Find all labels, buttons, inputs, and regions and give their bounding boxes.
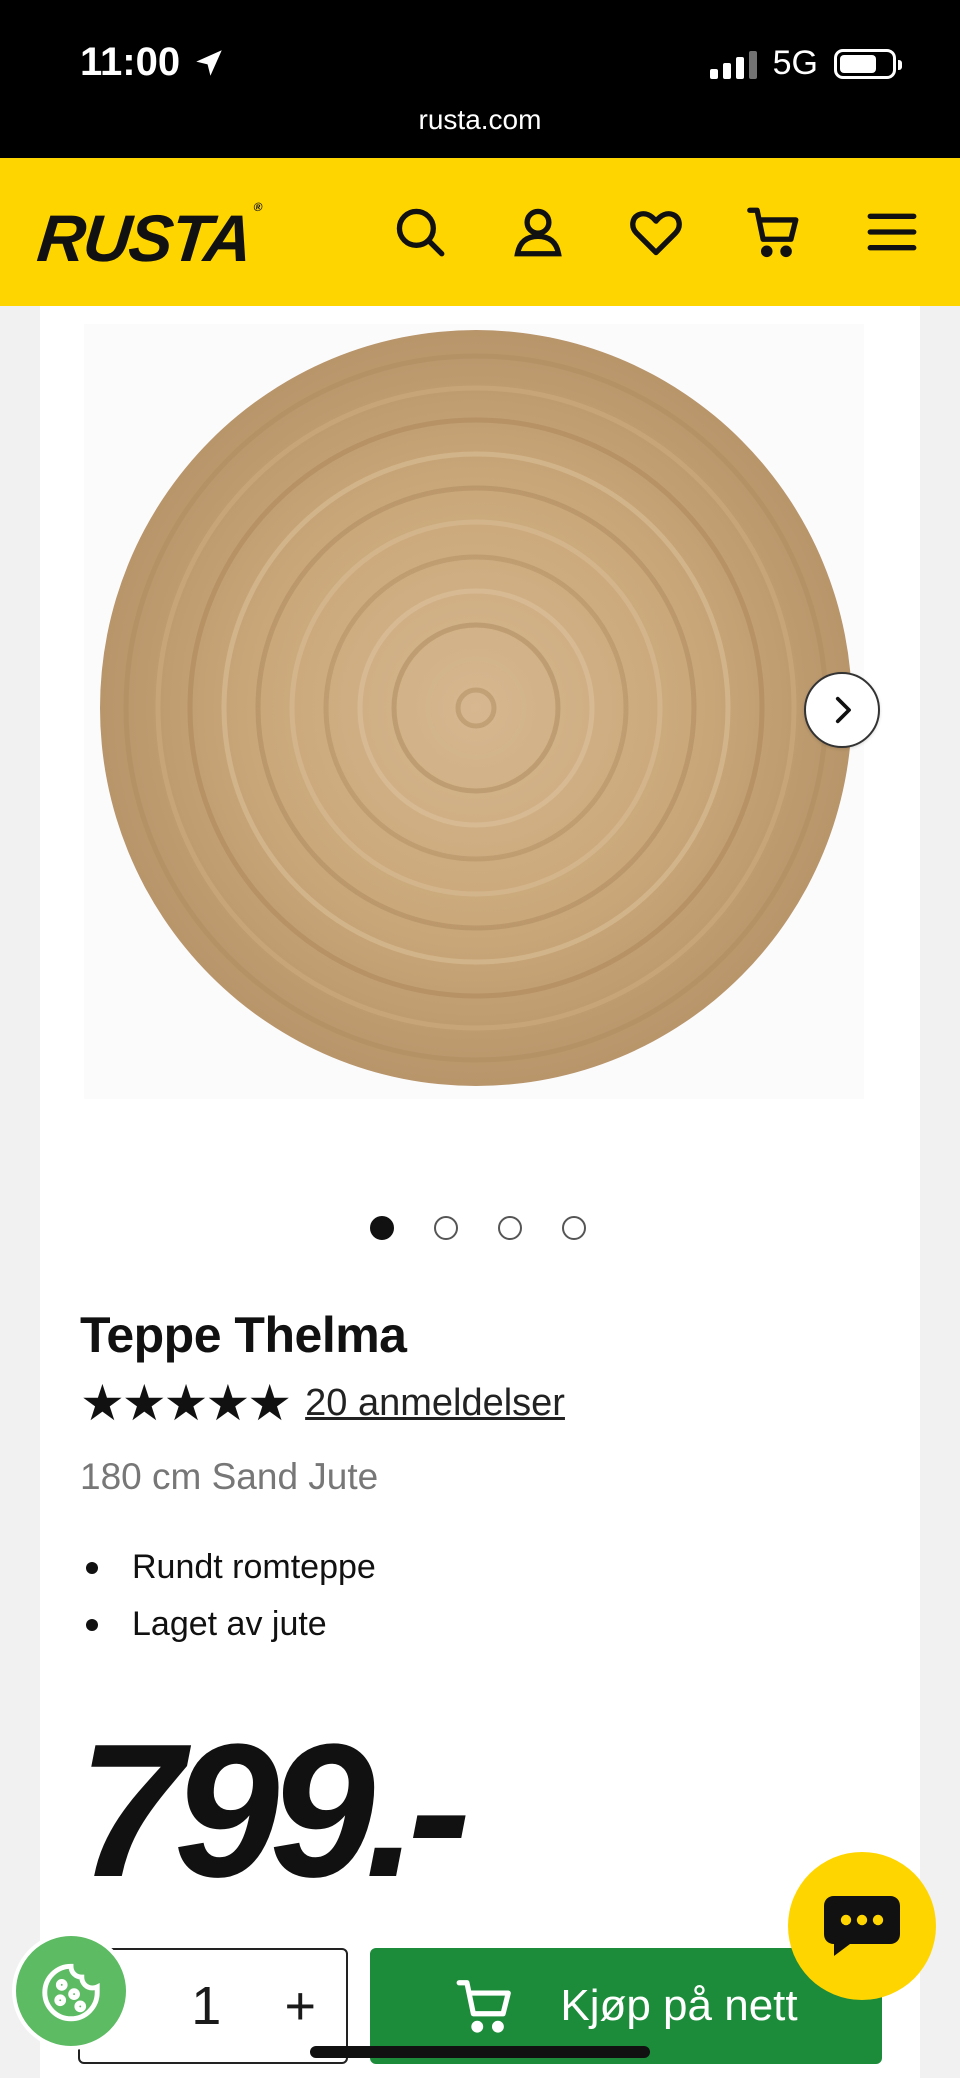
product-variant: 180 cm Sand Jute xyxy=(80,1456,379,1497)
network-label: 5G xyxy=(772,44,818,82)
address-bar-url[interactable]: rusta.com xyxy=(0,104,960,136)
quantity-increase-button[interactable]: + xyxy=(284,1975,316,2037)
home-indicator xyxy=(310,2046,650,2058)
carousel-dot[interactable] xyxy=(562,1216,586,1240)
site-header: RUSTA® xyxy=(0,158,960,306)
carousel-dots xyxy=(370,1216,586,1240)
carousel-dot[interactable] xyxy=(370,1216,394,1240)
carousel-next-button[interactable] xyxy=(804,672,880,748)
cookie-settings-button[interactable] xyxy=(12,1932,130,2050)
feature-list: Rundt romteppe Laget av jute xyxy=(80,1548,376,1662)
reviews-link[interactable]: 20 anmeldelser xyxy=(305,1382,565,1425)
carousel-dot[interactable] xyxy=(498,1216,522,1240)
menu-button[interactable] xyxy=(862,202,922,262)
status-bar: 11:00 5G rusta.com xyxy=(0,0,960,158)
account-button[interactable] xyxy=(508,202,568,262)
chevron-right-icon xyxy=(835,696,851,724)
rusta-logo[interactable]: RUSTA® xyxy=(34,200,261,276)
cookie-icon xyxy=(42,1963,100,2022)
rating-stars: ★★★★★ xyxy=(80,1375,292,1431)
carousel-dot[interactable] xyxy=(434,1216,458,1240)
signal-icon xyxy=(709,49,757,79)
product-rating: ★★★★★ 20 anmeldelser xyxy=(80,1378,565,1428)
product-title: Teppe Thelma xyxy=(80,1307,407,1363)
quantity-value[interactable]: 1 xyxy=(191,1975,221,2037)
jute-rug-image xyxy=(100,330,852,1086)
status-indicators: 5G xyxy=(709,44,902,83)
product-price: 799.- xyxy=(78,1705,471,1917)
logo-text: RUSTA xyxy=(34,201,255,275)
cart-icon xyxy=(456,1980,512,2033)
search-button[interactable] xyxy=(390,202,450,262)
product-image[interactable] xyxy=(84,324,864,1099)
battery-icon xyxy=(834,48,902,79)
menu-icon xyxy=(867,213,917,251)
search-icon xyxy=(396,208,445,257)
feature-item: Laget av jute xyxy=(80,1605,376,1644)
chat-bubble-icon xyxy=(824,1896,900,1956)
heart-icon xyxy=(630,211,682,256)
buy-online-label: Kjøp på nett xyxy=(560,1981,798,2030)
clock-time: 11:00 xyxy=(80,40,181,84)
feature-item: Rundt romteppe xyxy=(80,1548,376,1587)
clock: 11:00 xyxy=(80,40,226,85)
account-icon xyxy=(514,208,562,257)
cart-icon xyxy=(747,207,799,258)
chat-button[interactable] xyxy=(788,1852,936,2000)
wishlist-button[interactable] xyxy=(626,202,686,262)
cart-button[interactable] xyxy=(744,202,804,262)
location-arrow-icon xyxy=(196,49,222,76)
